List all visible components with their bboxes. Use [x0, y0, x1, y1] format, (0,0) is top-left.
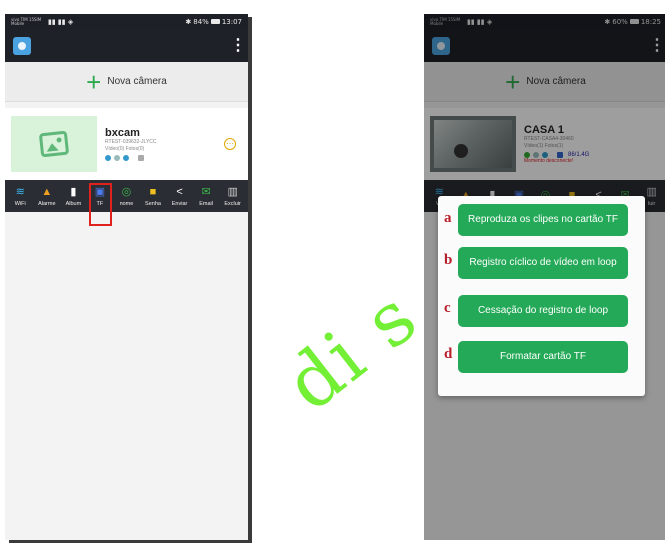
signal-icon: ▮▮ ▮▮ ◈ — [48, 17, 74, 26]
user-icon — [114, 155, 120, 161]
trash-icon: ▥ — [227, 185, 238, 198]
app-logo-icon[interactable] — [13, 36, 31, 55]
format-tf-card-button[interactable]: Formatar cartão TF — [458, 341, 628, 373]
app-bar: ⋮ — [5, 29, 248, 62]
right-phone-screen: vivo TIM 15SIM Mobile ▮▮ ▮▮ ◈ ✱ 60% 18:2… — [424, 14, 665, 540]
play-tf-clips-button[interactable]: Reproduza os clipes no cartão TF — [458, 204, 628, 236]
option-letter-c: c — [444, 300, 451, 316]
status-bar: vivo TIM 15SIM Mobile ▮▮ ▮▮ ◈ ✱ 84% 13:0… — [5, 14, 248, 29]
device-name: bxcam — [105, 127, 140, 139]
tool-wifi[interactable]: ≋ WiFi — [8, 186, 32, 207]
device-thumbnail[interactable] — [11, 116, 97, 172]
device-row[interactable]: bxcam RTEST-039632-JLYCC Vídeo(0) Fotos(… — [5, 108, 248, 180]
status-time: 13:07 — [221, 17, 242, 26]
tool-delete[interactable]: ▥ Excluir — [221, 186, 245, 207]
bell-icon: ▲ — [41, 185, 53, 198]
lock-icon: ■ — [149, 185, 157, 198]
battery-icon — [210, 19, 220, 24]
tool-album[interactable]: ▮ Album — [61, 186, 85, 207]
watermark-text: di s — [270, 273, 434, 428]
device-id: RTEST-039632-JLYCC — [105, 139, 157, 145]
tool-name[interactable]: ◎ nome — [114, 186, 138, 207]
tool-password[interactable]: ■ Senha — [141, 186, 165, 207]
device-media-count: Vídeo(0) Fotos(0) — [105, 146, 145, 152]
bluetooth-icon: ✱ — [185, 17, 192, 26]
wifi-small-icon — [123, 155, 129, 161]
device-toolbar: ≋ WiFi ▲ Alarme ▮ Album ▣ TF ◎ nome ■ Senha < E… — [5, 180, 248, 212]
new-camera-button[interactable]: + Nova câmera — [5, 62, 248, 102]
more-options-icon[interactable]: ⋯ — [224, 138, 236, 150]
loop-recording-button[interactable]: Registro cíclico de vídeo em loop — [458, 247, 628, 279]
battery-percent: 84% — [193, 17, 209, 26]
tf-options-dialog: a Reproduza os clipes no cartão TF b Reg… — [438, 196, 645, 396]
wifi-icon: ≋ — [15, 185, 25, 198]
left-phone-screen: vivo TIM 15SIM Mobile ▮▮ ▮▮ ◈ ✱ 84% 13:0… — [5, 14, 248, 540]
overflow-menu-icon[interactable]: ⋮ — [230, 37, 246, 54]
tool-email[interactable]: ✉ Email — [194, 186, 218, 207]
album-icon: ▮ — [70, 185, 77, 198]
edit-icon: ◎ — [121, 185, 132, 198]
option-letter-a: a — [444, 210, 452, 226]
plus-icon: + — [86, 66, 102, 97]
new-camera-label: Nova câmera — [107, 76, 167, 87]
email-icon: ✉ — [201, 185, 211, 198]
online-icon — [105, 155, 111, 161]
tool-alarm[interactable]: ▲ Alarme — [35, 186, 59, 207]
option-letter-b: b — [444, 252, 453, 268]
tool-share[interactable]: < Enviar — [168, 186, 192, 207]
tf-highlight-box — [89, 183, 112, 226]
share-icon: < — [176, 185, 183, 198]
stop-loop-recording-button[interactable]: Cessação do registro de loop — [458, 295, 628, 327]
image-placeholder-icon — [38, 130, 70, 158]
carrier-text: vivo TIM 15SIM Mobile — [11, 16, 42, 26]
sd-small-icon — [138, 155, 144, 161]
option-letter-d: d — [444, 346, 453, 362]
